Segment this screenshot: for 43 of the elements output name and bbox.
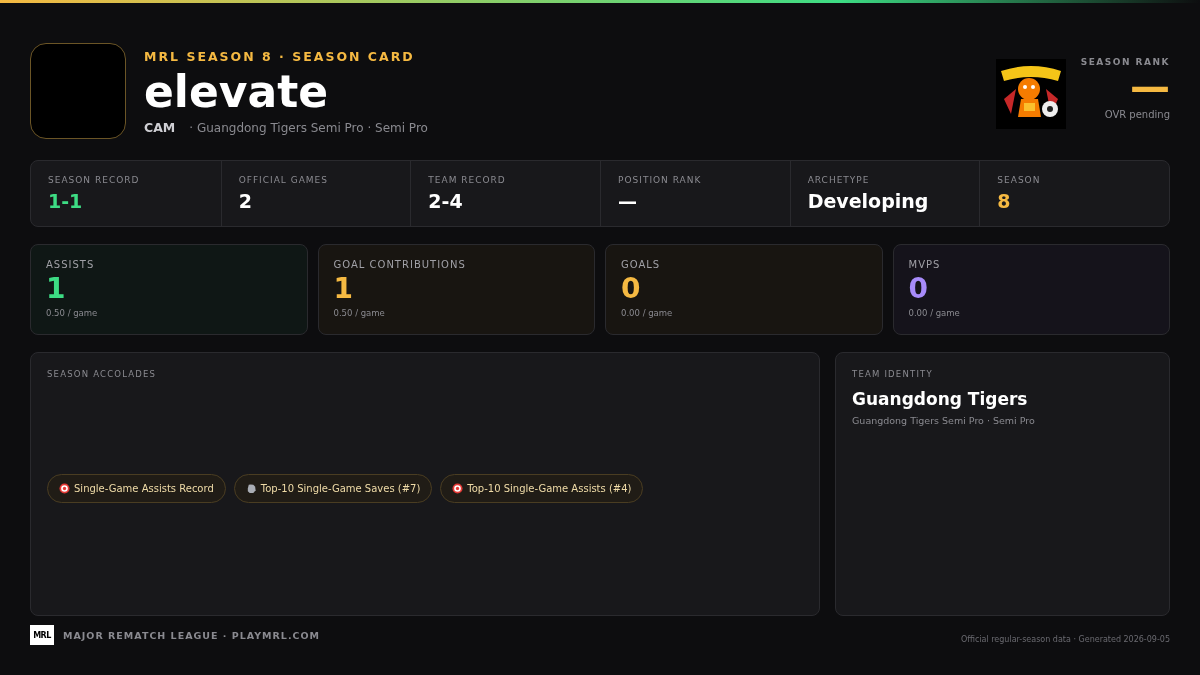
panel-title: TEAM IDENTITY — [852, 369, 934, 379]
stat-label: SEASON RECORD — [48, 175, 141, 185]
team-name: Guangdong Tigers — [852, 389, 1029, 409]
card-value: 1 — [46, 274, 67, 304]
stat-value: 2 — [238, 190, 253, 212]
card-label: GOALS — [621, 259, 662, 270]
stat-value: 8 — [997, 190, 1012, 212]
per-game: 0.00 / game — [621, 308, 674, 318]
player-position: CAM — [144, 120, 176, 135]
stat-label: POSITION RANK — [618, 175, 703, 185]
accolade-chip: Single-Game Assists Record — [47, 474, 226, 503]
target-icon — [59, 483, 70, 494]
accolade-chip: Top-10 Single-Game Assists (#4) — [440, 474, 644, 503]
league-logo: MRL — [30, 625, 54, 645]
target-icon — [452, 483, 464, 494]
stat-label: SEASON — [997, 175, 1042, 185]
stat-value: 1-1 — [48, 190, 84, 212]
card-value: 0 — [908, 274, 929, 304]
league-name: MAJOR REMATCH LEAGUE · PLAYMRL.COM — [63, 629, 321, 641]
stat-label: TEAM RECORD — [428, 175, 507, 185]
stat-value: — — [618, 190, 638, 212]
card-label: GOAL CONTRIBUTIONS — [333, 259, 467, 270]
stat-value: Developing — [807, 190, 930, 212]
stat-value: 2-4 — [428, 190, 464, 212]
team-subtitle: Guangdong Tigers Semi Pro · Semi Pro — [852, 415, 1036, 426]
rank-note: OVR pending — [1104, 109, 1170, 120]
accolade-chip: Top-10 Single-Game Saves (#7) — [233, 474, 433, 503]
rank-label: SEASON RANK — [1080, 57, 1170, 67]
per-game: 0.00 / game — [908, 308, 961, 318]
panel-title: SEASON ACCOLADES — [47, 369, 158, 379]
per-game: 0.50 / game — [333, 308, 386, 318]
card-label: MVPS — [908, 259, 942, 270]
card-eyebrow: MRL SEASON 8 · SEASON CARD — [144, 49, 416, 64]
card-value: 0 — [621, 274, 642, 304]
per-game: 0.50 / game — [46, 308, 99, 318]
player-name: elevate — [144, 66, 329, 118]
stat-label: ARCHETYPE — [807, 175, 871, 185]
card-value: 1 — [333, 274, 354, 304]
footer-note: Official regular-season data · Generated 2026-09-05 — [960, 634, 1170, 644]
card-label: ASSISTS — [46, 259, 96, 270]
stat-label: OFFICIAL GAMES — [238, 175, 329, 185]
team-line: · Guangdong Tigers Semi Pro · Semi Pro — [189, 121, 428, 135]
rank-value: — — [1130, 69, 1170, 105]
